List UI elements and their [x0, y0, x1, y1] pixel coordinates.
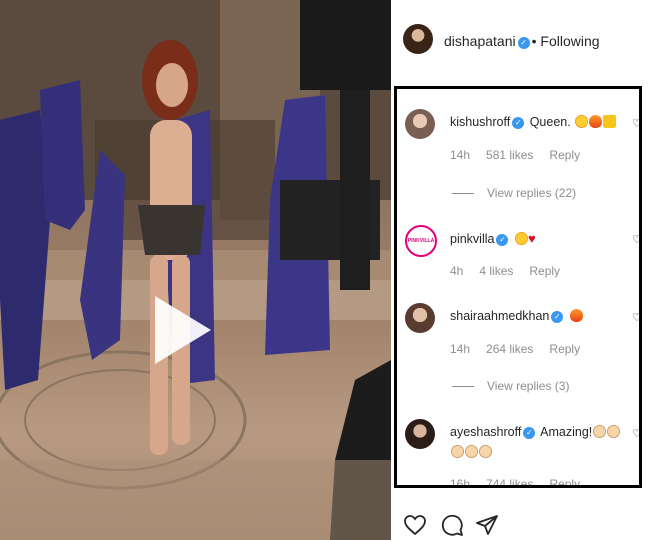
reply-button[interactable]: Reply: [529, 264, 560, 278]
author-line: dishapatani ✓ • Following: [444, 33, 600, 49]
commenter-avatar[interactable]: [405, 419, 435, 449]
comment-meta: 14h 264 likes Reply: [450, 342, 596, 356]
verified-badge-icon: ✓: [512, 117, 525, 129]
fire-emoji-icon: [569, 309, 583, 322]
comment-meta: 4h 4 likes Reply: [450, 264, 576, 278]
comment-time: 16h: [450, 477, 471, 488]
commenter-username[interactable]: ayeshashroff: [450, 425, 521, 439]
clap-emoji-icon: [479, 445, 492, 458]
replies-divider: [452, 193, 474, 195]
comment-time: 14h: [450, 148, 471, 162]
follow-status[interactable]: Following: [540, 33, 599, 49]
post-video[interactable]: [0, 0, 391, 540]
clap-emoji-icon: [593, 425, 607, 438]
comment-text-line: pinkvilla ✓ ♥: [450, 231, 536, 246]
video-frame-illustration: [0, 0, 391, 540]
verified-badge-icon: ✓: [517, 37, 530, 49]
replies-divider: [452, 386, 474, 388]
like-comment-heart-icon[interactable]: ♡: [632, 119, 639, 130]
post-side-panel: dishapatani ✓ • Following kishushroff ✓ Que…: [391, 0, 650, 540]
comment-likes[interactable]: 264 likes: [486, 342, 533, 356]
post-actions-bar: [391, 505, 650, 540]
post-header: dishapatani ✓ • Following: [391, 0, 650, 82]
commenter-avatar[interactable]: PINKVILLA: [405, 225, 437, 257]
pinkvilla-logo-text: PINKVILLA: [407, 238, 435, 244]
play-icon[interactable]: [155, 296, 211, 364]
red-heart-emoji-icon: ♥: [527, 231, 536, 246]
verified-badge-icon: ✓: [551, 311, 564, 323]
comment-text-line: kishushroff ✓ Queen.: [450, 115, 617, 129]
commenter-avatar[interactable]: [405, 109, 435, 139]
comment-icon[interactable]: [440, 513, 464, 537]
comment-likes[interactable]: 4 likes: [479, 264, 513, 278]
comment-text-line: ayeshashroff ✓ Amazing!: [450, 425, 621, 439]
reply-button[interactable]: Reply: [549, 148, 580, 162]
commenter-username[interactable]: pinkvilla: [450, 232, 494, 246]
clap-emoji-icon: [451, 445, 464, 458]
comments-highlight-box: kishushroff ✓ Queen. 14h 581 likes Reply ♡ …: [394, 86, 642, 488]
verified-badge-icon: ✓: [496, 234, 509, 246]
like-comment-heart-icon[interactable]: ♡: [632, 235, 639, 246]
verified-badge-icon: ✓: [523, 427, 536, 439]
paper-plane-icon[interactable]: [475, 513, 499, 537]
heart-eyes-emoji-icon: [514, 232, 528, 245]
like-comment-heart-icon[interactable]: ♡: [632, 313, 639, 324]
commenter-username[interactable]: shairaahmedkhan: [450, 309, 549, 323]
comment-text-line-2: [450, 445, 492, 459]
commenter-username[interactable]: kishushroff: [450, 115, 510, 129]
comment-likes[interactable]: 581 likes: [486, 148, 533, 162]
comment-time: 14h: [450, 342, 471, 356]
author-username[interactable]: dishapatani: [444, 33, 516, 49]
crown-emoji-icon: [603, 115, 617, 128]
reply-button[interactable]: Reply: [549, 477, 580, 485]
commenter-avatar[interactable]: [405, 303, 435, 333]
view-replies-label[interactable]: View replies (3): [487, 379, 569, 393]
comment-meta: 16h 744 likes Reply: [450, 477, 596, 488]
view-replies[interactable]: View replies (22): [452, 186, 576, 200]
comment-time: 4h: [450, 264, 464, 278]
comment-body: Amazing!: [540, 425, 593, 439]
view-replies-label[interactable]: View replies (22): [487, 186, 576, 200]
view-replies[interactable]: View replies (3): [452, 379, 569, 393]
heart-outline-icon[interactable]: [403, 513, 427, 537]
comment-body: Queen.: [529, 115, 571, 129]
fire-emoji-icon: [589, 115, 603, 128]
reply-button[interactable]: Reply: [549, 342, 580, 356]
author-avatar[interactable]: [403, 24, 433, 54]
like-comment-heart-icon[interactable]: ♡: [632, 429, 639, 440]
comment-text-line: shairaahmedkhan ✓: [450, 309, 583, 323]
comment-likes[interactable]: 744 likes: [486, 477, 533, 485]
clap-emoji-icon: [465, 445, 478, 458]
clap-emoji-icon: [607, 425, 621, 438]
comment-meta: 14h 581 likes Reply: [450, 148, 596, 162]
heart-eyes-emoji-icon: [575, 115, 589, 128]
